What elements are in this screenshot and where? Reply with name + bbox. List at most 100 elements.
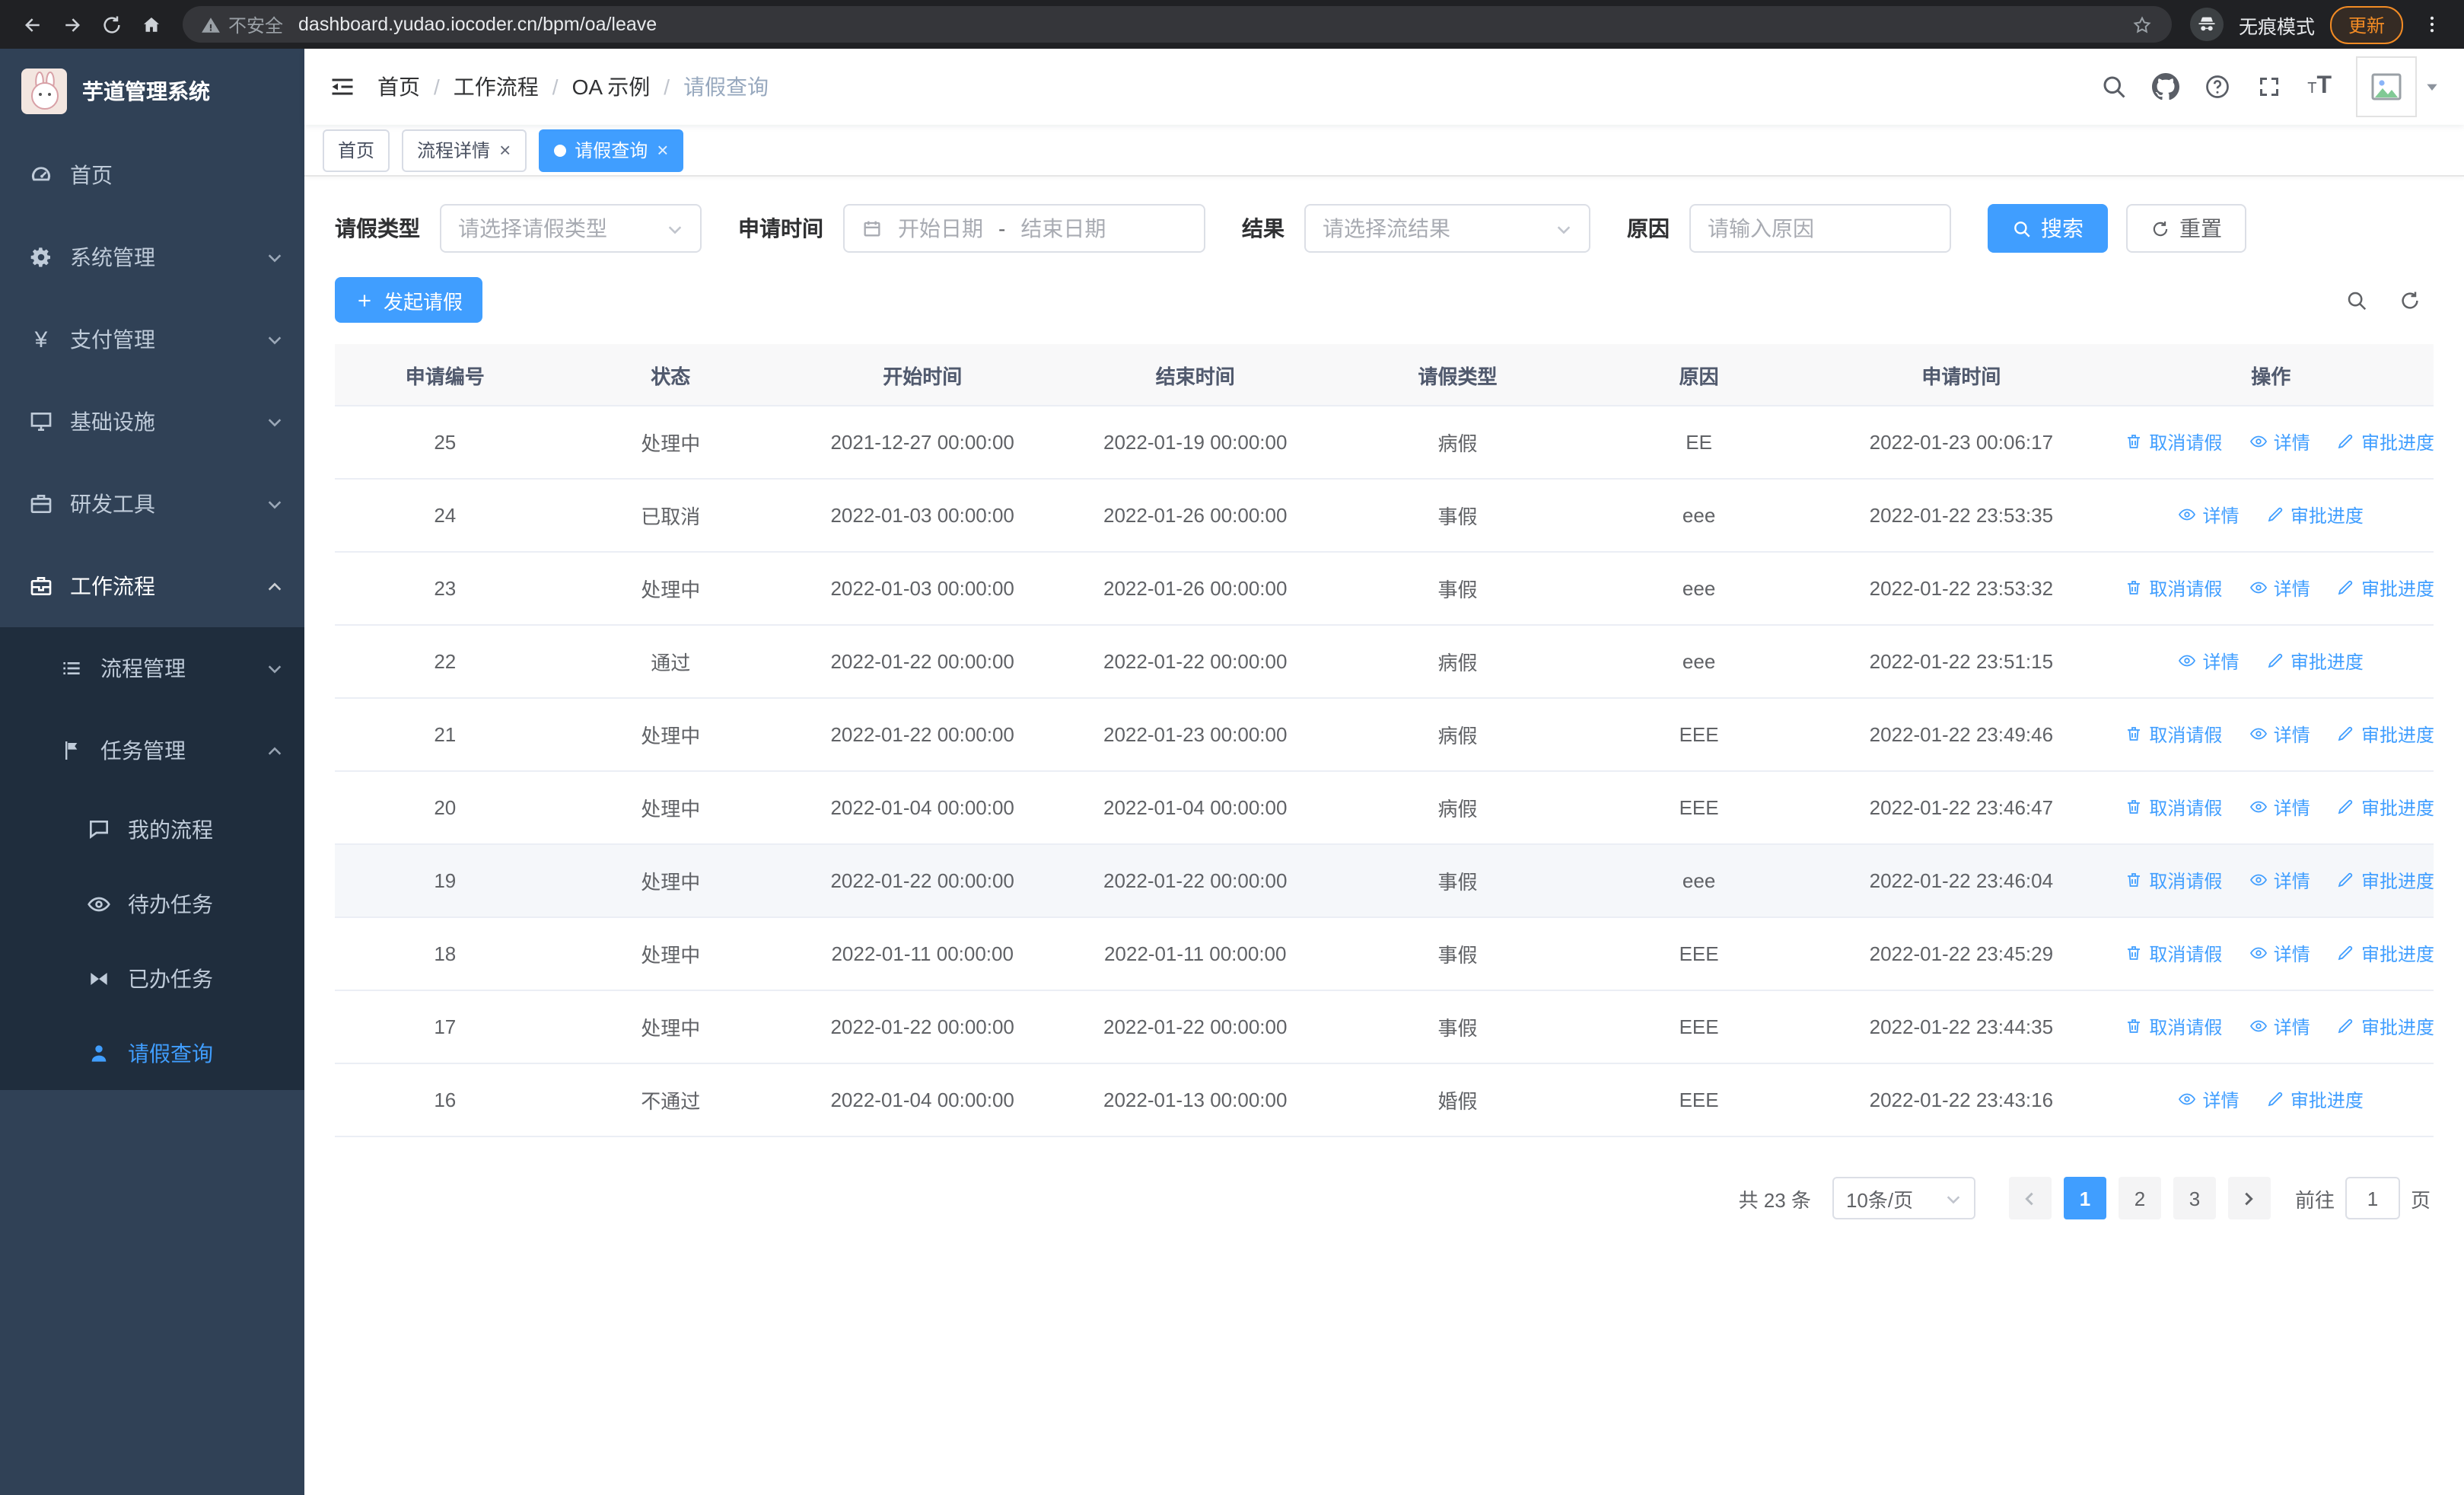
- cancel-leave-link[interactable]: 取消请假: [2125, 868, 2222, 894]
- next-page-button[interactable]: [2227, 1177, 2271, 1219]
- table-row[interactable]: 18 处理中 2022-01-11 00:00:00 2022-01-11 00…: [335, 917, 2434, 991]
- cancel-leave-link[interactable]: 取消请假: [2125, 941, 2222, 967]
- page-button-2[interactable]: 2: [2118, 1177, 2161, 1219]
- table-row[interactable]: 16 不通过 2022-01-04 00:00:00 2022-01-13 00…: [335, 1063, 2434, 1137]
- detail-link[interactable]: 详情: [2249, 868, 2310, 894]
- address-bar[interactable]: 不安全 dashboard.yudao.iocoder.cn/bpm/oa/le…: [183, 6, 2172, 43]
- search-button[interactable]: 搜索: [1988, 204, 2108, 253]
- cancel-leave-link[interactable]: 取消请假: [2125, 575, 2222, 601]
- cancel-leave-link[interactable]: 取消请假: [2125, 722, 2222, 748]
- sidebar-item-infra[interactable]: 基础设施: [0, 381, 304, 463]
- detail-link[interactable]: 详情: [2249, 941, 2310, 967]
- date-range-picker[interactable]: 开始日期 - 结束日期: [843, 204, 1205, 253]
- help-icon[interactable]: [2204, 73, 2231, 100]
- detail-link[interactable]: 详情: [2179, 649, 2240, 674]
- table-row[interactable]: 20 处理中 2022-01-04 00:00:00 2022-01-04 00…: [335, 771, 2434, 845]
- table-row[interactable]: 22 通过 2022-01-22 00:00:00 2022-01-22 00:…: [335, 625, 2434, 699]
- page-button-1[interactable]: 1: [2063, 1177, 2106, 1219]
- table-row[interactable]: 17 处理中 2022-01-22 00:00:00 2022-01-22 00…: [335, 990, 2434, 1064]
- cell-actions: 详情 审批进度: [2108, 1063, 2434, 1137]
- leave-type-select[interactable]: 请选择请假类型: [440, 204, 702, 253]
- cell-apply-id: 25: [335, 406, 556, 480]
- detail-link[interactable]: 详情: [2179, 1087, 2240, 1113]
- close-icon[interactable]: ×: [499, 140, 511, 160]
- cancel-leave-link[interactable]: 取消请假: [2125, 1014, 2222, 1040]
- progress-link[interactable]: 审批进度: [2337, 795, 2434, 821]
- breadcrumb-oa-example[interactable]: OA 示例: [572, 72, 651, 102]
- browser-menu-icon[interactable]: [2418, 14, 2446, 35]
- browser-forward-button[interactable]: [52, 5, 91, 44]
- github-icon[interactable]: [2152, 73, 2180, 100]
- progress-link[interactable]: 审批进度: [2337, 868, 2434, 894]
- sidebar-item-home[interactable]: 首页: [0, 134, 304, 216]
- progress-link[interactable]: 审批进度: [2266, 502, 2364, 528]
- sidebar-item-my-process[interactable]: 我的流程: [0, 792, 304, 866]
- user-menu[interactable]: [2356, 56, 2440, 117]
- tab-label: 流程详情: [417, 140, 491, 161]
- sidebar-item-done-tasks[interactable]: 已办任务: [0, 941, 304, 1015]
- start-date-placeholder[interactable]: 开始日期: [898, 213, 983, 244]
- progress-link[interactable]: 审批进度: [2337, 722, 2434, 748]
- reset-button[interactable]: 重置: [2126, 204, 2246, 253]
- avatar[interactable]: [2356, 56, 2417, 117]
- font-size-icon[interactable]: TT: [2307, 74, 2332, 99]
- progress-link[interactable]: 审批进度: [2266, 649, 2364, 674]
- result-select[interactable]: 请选择流结果: [1304, 204, 1590, 253]
- app-logo[interactable]: 芋道管理系统: [0, 49, 304, 134]
- breadcrumb-workflow[interactable]: 工作流程: [454, 72, 539, 102]
- header-search-icon[interactable]: [2100, 73, 2128, 100]
- cancel-leave-link[interactable]: 取消请假: [2125, 429, 2222, 455]
- sidebar-item-task-mgmt[interactable]: 任务管理: [0, 709, 304, 792]
- sidebar-item-system[interactable]: 系统管理: [0, 216, 304, 298]
- progress-link[interactable]: 审批进度: [2337, 1014, 2434, 1040]
- sidebar-item-workflow[interactable]: 工作流程: [0, 545, 304, 627]
- not-secure-chip[interactable]: 不安全: [201, 11, 283, 37]
- sidebar-item-todo-tasks[interactable]: 待办任务: [0, 866, 304, 941]
- detail-link[interactable]: 详情: [2249, 429, 2310, 455]
- detail-link[interactable]: 详情: [2249, 575, 2310, 601]
- tab-home[interactable]: 首页: [323, 129, 390, 171]
- end-date-placeholder[interactable]: 结束日期: [1020, 213, 1106, 244]
- create-leave-button[interactable]: 发起请假: [335, 277, 483, 323]
- progress-link[interactable]: 审批进度: [2337, 575, 2434, 601]
- refresh-table-icon[interactable]: [2399, 288, 2421, 311]
- browser-back-button[interactable]: [12, 5, 52, 44]
- total-count-label: 共 23 条: [1738, 1188, 1811, 1211]
- browser-reload-button[interactable]: [91, 5, 131, 44]
- breadcrumb-home[interactable]: 首页: [377, 72, 420, 102]
- detail-link[interactable]: 详情: [2249, 795, 2310, 821]
- progress-link[interactable]: 审批进度: [2337, 429, 2434, 455]
- detail-link[interactable]: 详情: [2179, 502, 2240, 528]
- goto-page-input[interactable]: [2345, 1177, 2400, 1219]
- reason-input[interactable]: 请输入原因: [1689, 204, 1951, 253]
- detail-link[interactable]: 详情: [2249, 1014, 2310, 1040]
- table-row[interactable]: 23 处理中 2022-01-03 00:00:00 2022-01-26 00…: [335, 552, 2434, 626]
- table-row[interactable]: 25 处理中 2021-12-27 00:00:00 2022-01-19 00…: [335, 406, 2434, 480]
- table-row[interactable]: 24 已取消 2022-01-03 00:00:00 2022-01-26 00…: [335, 479, 2434, 553]
- progress-link[interactable]: 审批进度: [2266, 1087, 2364, 1113]
- tab-process-detail[interactable]: 流程详情 ×: [402, 129, 527, 171]
- calendar-icon: [861, 218, 883, 239]
- sidebar-item-leave-query[interactable]: 请假查询: [0, 1015, 304, 1090]
- prev-page-button[interactable]: [2008, 1177, 2052, 1219]
- page-size-select[interactable]: 10条/页: [1832, 1177, 1975, 1219]
- sidebar-item-devtools[interactable]: 研发工具: [0, 463, 304, 545]
- fullscreen-icon[interactable]: [2255, 73, 2283, 100]
- cancel-leave-link[interactable]: 取消请假: [2125, 795, 2222, 821]
- close-icon[interactable]: ×: [657, 140, 668, 160]
- sidebar-fold-icon[interactable]: [329, 73, 356, 100]
- table-row[interactable]: 21 处理中 2022-01-22 00:00:00 2022-01-23 00…: [335, 698, 2434, 772]
- detail-link[interactable]: 详情: [2249, 722, 2310, 748]
- toggle-search-icon[interactable]: [2345, 288, 2368, 311]
- sidebar-item-process-mgmt[interactable]: 流程管理: [0, 627, 304, 709]
- browser-update-button[interactable]: 更新: [2329, 5, 2403, 43]
- progress-link[interactable]: 审批进度: [2337, 941, 2434, 967]
- sidebar-item-payment[interactable]: ¥ 支付管理: [0, 298, 304, 381]
- table-row[interactable]: 19 处理中 2022-01-22 00:00:00 2022-01-22 00…: [335, 844, 2434, 918]
- sidebar-item-label: 任务管理: [100, 738, 186, 763]
- bookmark-star-icon[interactable]: [2131, 13, 2154, 36]
- tab-leave-query[interactable]: 请假查询 ×: [538, 129, 684, 171]
- page-button-3[interactable]: 3: [2173, 1177, 2216, 1219]
- browser-home-button[interactable]: [131, 5, 170, 44]
- url-text[interactable]: dashboard.yudao.iocoder.cn/bpm/oa/leave: [298, 14, 2131, 35]
